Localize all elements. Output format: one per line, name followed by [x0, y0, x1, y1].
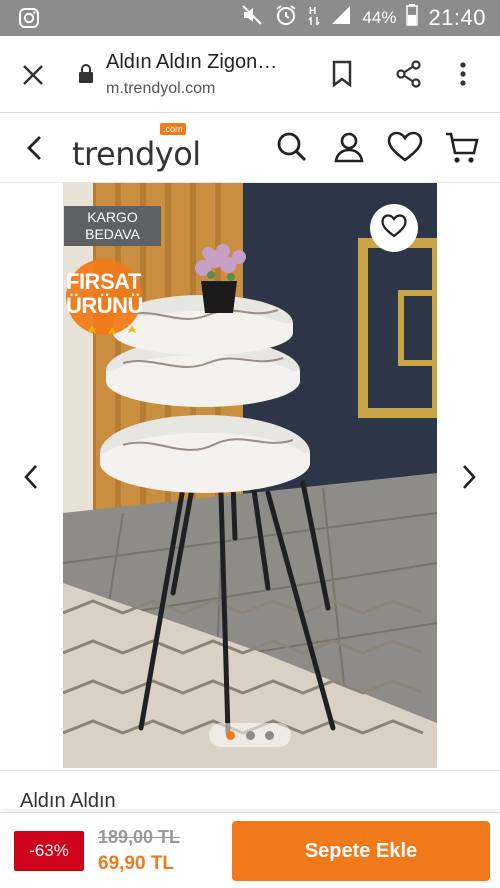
more-vert-icon[interactable]: [458, 60, 468, 93]
free-shipping-badge: KARGO BEDAVA: [64, 206, 161, 246]
gallery-pagination: [209, 723, 291, 747]
favorite-button[interactable]: [370, 204, 418, 252]
battery-icon: [406, 4, 419, 32]
product-gallery: KARGO BEDAVA FIRSAT ÜRÜNÜ: [0, 183, 500, 768]
browser-toolbar: Aldın Aldın Zigon… m.trendyol.com: [0, 36, 500, 113]
firsat-urunu-badge: FIRSAT ÜRÜNÜ: [64, 255, 160, 351]
search-icon[interactable]: [276, 131, 308, 168]
site-header: trendyol .com: [0, 113, 500, 183]
new-price: 69,90 TL: [98, 853, 175, 874]
user-icon[interactable]: [333, 131, 365, 168]
mute-icon: [240, 3, 264, 33]
discount-badge: -63%: [14, 831, 84, 871]
prev-image-arrow-icon[interactable]: [22, 463, 40, 496]
heart-icon[interactable]: [387, 131, 423, 168]
status-bar: H 44% 21:40: [0, 0, 500, 36]
next-image-arrow-icon[interactable]: [460, 463, 478, 496]
heart-outline-icon: [381, 213, 407, 243]
battery-percent: 44%: [362, 8, 397, 27]
kargo-line2: BEDAVA: [85, 226, 140, 242]
purchase-bar: -63% 189,00 TL 69,90 TL Sepete Ekle: [0, 812, 500, 888]
kargo-line1: KARGO: [87, 209, 138, 225]
cart-icon[interactable]: [444, 131, 480, 170]
svg-text:H: H: [309, 6, 316, 17]
back-arrow-icon[interactable]: [24, 134, 46, 167]
product-name: Aldın Aldın: [20, 790, 116, 812]
trendyol-logo[interactable]: trendyol .com: [72, 123, 202, 173]
logo-text: trendyol: [72, 135, 201, 173]
add-to-cart-button[interactable]: Sepete Ekle: [232, 821, 490, 881]
pagination-dot[interactable]: [265, 730, 275, 740]
pagination-dot[interactable]: [225, 730, 235, 740]
hspa-signal-icon: H: [308, 3, 321, 33]
divider: [0, 770, 500, 771]
bookmark-icon[interactable]: [330, 60, 354, 93]
page-url[interactable]: m.trendyol.com: [106, 80, 215, 98]
logo-badge: .com: [160, 123, 186, 135]
cell-signal-icon: [330, 4, 352, 32]
page-title: Aldın Aldın Zigon…: [106, 51, 278, 73]
close-icon[interactable]: [20, 62, 46, 93]
pagination-dot[interactable]: [245, 730, 255, 740]
lock-icon: [78, 64, 94, 89]
alarm-icon: [274, 3, 298, 33]
firsat-line2: ÜRÜNÜ: [66, 293, 143, 318]
firsat-line1: FIRSAT: [66, 269, 141, 294]
share-icon[interactable]: [395, 60, 423, 93]
old-price: 189,00 TL: [98, 827, 181, 847]
clock: 21:40: [428, 5, 486, 30]
instagram-icon: [18, 7, 40, 34]
